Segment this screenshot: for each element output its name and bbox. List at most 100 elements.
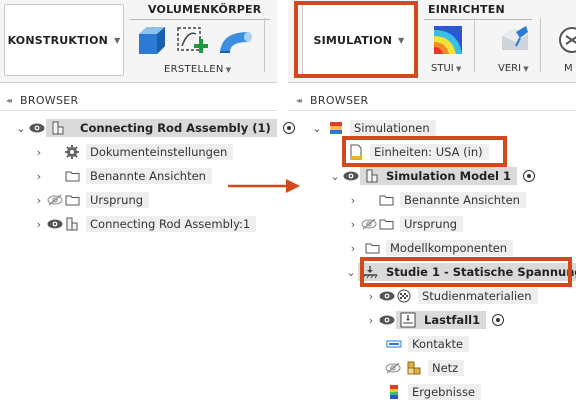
study-heatmap-icon[interactable] xyxy=(432,24,464,56)
chevron-right-icon[interactable]: › xyxy=(32,146,46,159)
group-title-volumenkoerper: VOLUMENKÖRPER xyxy=(148,3,262,16)
caret-down-icon: ▼ xyxy=(225,66,232,74)
workspace-switcher-konstruktion[interactable]: KONSTRUKTION ▼ xyxy=(4,4,124,76)
caret-down-icon: ▼ xyxy=(114,35,121,45)
simulations-label: Simulationen xyxy=(350,120,436,136)
collapse-panel-icon[interactable]: ◂◂ xyxy=(296,96,302,105)
tree-root-simulations[interactable]: ⌄ Simulationen xyxy=(310,118,436,138)
contacts-icon xyxy=(386,336,402,352)
simulations-icon xyxy=(328,120,344,136)
tree-item-label: Benannte Ansichten xyxy=(86,168,212,184)
highlight-simulation-workspace xyxy=(294,1,418,78)
refine-tool-icon[interactable] xyxy=(498,22,532,56)
activate-radio-icon[interactable] xyxy=(492,314,505,326)
chevron-down-icon[interactable]: ⌄ xyxy=(14,122,28,135)
chevron-down-icon[interactable]: ⌄ xyxy=(344,266,358,279)
activate-radio-icon[interactable] xyxy=(282,122,295,134)
tree-item-model-components[interactable]: › Modellkomponenten xyxy=(346,238,514,258)
caret-down-icon: ▼ xyxy=(453,65,462,73)
chevron-down-icon[interactable]: ⌄ xyxy=(328,170,342,183)
chevron-right-icon[interactable]: › xyxy=(364,290,378,303)
folder-icon xyxy=(378,192,394,208)
tree-item-study-materials[interactable]: › Studienmaterialien xyxy=(364,286,538,306)
transition-arrow-icon xyxy=(228,179,300,193)
tree-item-document-settings[interactable]: › Dokumenteinstellungen xyxy=(32,142,234,162)
eye-icon[interactable] xyxy=(46,217,64,231)
sweep-tool-icon[interactable] xyxy=(218,26,256,56)
chevron-right-icon[interactable]: › xyxy=(32,194,46,207)
simulation-model-label[interactable]: Simulation Model 1 xyxy=(360,167,517,185)
materials-sphere-icon xyxy=(396,288,412,304)
tree-item-contacts[interactable]: Kontakte xyxy=(386,334,470,354)
eye-icon[interactable] xyxy=(342,169,360,183)
tool-label-m[interactable]: M xyxy=(564,63,573,74)
chevron-right-icon[interactable]: › xyxy=(32,218,46,231)
browser-header-right[interactable]: ◂◂ BROWSER xyxy=(296,92,368,108)
tree-item-results[interactable]: Ergebnisse xyxy=(386,382,482,402)
browser-header-left[interactable]: ◂◂ BROWSER xyxy=(6,92,78,108)
erstellen-label: ERSTELLEN xyxy=(164,64,224,75)
highlight-study xyxy=(360,257,572,287)
tree-item-label: Netz xyxy=(428,360,465,376)
activate-radio-icon[interactable] xyxy=(522,170,535,182)
results-icon xyxy=(386,384,402,400)
tree-item-label: Dokumenteinstellungen xyxy=(86,144,234,160)
mesh-icon xyxy=(406,360,422,376)
load-case-text: Lastfall1 xyxy=(424,313,481,327)
tree-item-label: Ursprung xyxy=(400,216,464,232)
chevron-right-icon[interactable]: › xyxy=(32,170,46,183)
toolbar-separator xyxy=(474,18,475,72)
tree-item-named-views[interactable]: › Benannte Ansichten xyxy=(346,190,526,210)
tree-item-origin[interactable]: › Ursprung xyxy=(346,214,464,234)
folder-icon xyxy=(378,216,394,232)
tree-item-label: Modellkomponenten xyxy=(386,240,514,256)
folder-icon xyxy=(64,192,80,208)
study-tool-label: STUI xyxy=(431,63,454,74)
eye-icon[interactable] xyxy=(378,289,396,303)
chevron-down-icon[interactable]: ⌄ xyxy=(310,122,324,135)
eye-hidden-icon[interactable] xyxy=(360,217,378,231)
folder-icon xyxy=(364,240,380,256)
eye-hidden-icon[interactable] xyxy=(384,361,402,375)
tool-label-study[interactable]: STUI ▼ xyxy=(431,63,461,74)
chevron-right-icon[interactable]: › xyxy=(346,194,360,207)
box-tool-icon[interactable] xyxy=(135,24,169,58)
eye-icon[interactable] xyxy=(28,121,46,135)
eye-hidden-icon[interactable] xyxy=(46,193,64,207)
load-case-label[interactable]: Lastfall1 xyxy=(396,311,487,329)
browser-divider xyxy=(288,110,576,111)
materials-tool-icon[interactable] xyxy=(556,24,576,56)
tree-item-named-views[interactable]: › Benannte Ansichten xyxy=(32,166,212,186)
assembly-root-text: Connecting Rod Assembly (1) xyxy=(80,121,271,135)
tree-item-label: Ursprung xyxy=(86,192,150,208)
tree-item-label: Studienmaterialien xyxy=(418,288,538,304)
chevron-right-icon[interactable]: › xyxy=(346,242,360,255)
tree-item-mesh[interactable]: Netz xyxy=(384,358,465,378)
tool-label-refine[interactable]: VERI ▼ xyxy=(498,63,529,74)
tree-root-assembly[interactable]: ⌄ Connecting Rod Assembly (1) xyxy=(14,118,295,138)
tree-item-load-case[interactable]: › Lastfall1 xyxy=(364,310,505,330)
group-label-erstellen[interactable]: ERSTELLEN ▼ xyxy=(164,64,231,75)
highlight-units xyxy=(342,136,507,167)
caret-down-icon: ▼ xyxy=(521,65,529,73)
tree-item-origin[interactable]: › Ursprung xyxy=(32,190,150,210)
eye-icon[interactable] xyxy=(378,313,396,327)
create-sketch-icon[interactable] xyxy=(174,24,210,60)
load-case-icon xyxy=(400,312,416,328)
browser-title: BROWSER xyxy=(20,93,79,107)
collapse-panel-icon[interactable]: ◂◂ xyxy=(6,96,12,105)
tree-item-label: Connecting Rod Assembly:1 xyxy=(86,216,257,232)
chevron-right-icon[interactable]: › xyxy=(364,314,378,327)
tree-item-label: Ergebnisse xyxy=(408,384,482,400)
gear-icon xyxy=(64,144,80,160)
chevron-right-icon[interactable]: › xyxy=(346,218,360,231)
assembly-root-label[interactable]: Connecting Rod Assembly (1) xyxy=(46,119,277,137)
group-underline xyxy=(424,19,532,20)
refine-tool-label: VERI xyxy=(498,63,522,74)
component-icon xyxy=(50,120,66,136)
tree-item-simulation-model[interactable]: ⌄ Simulation Model 1 xyxy=(328,166,535,186)
browser-divider xyxy=(0,110,277,111)
tree-item-component-instance[interactable]: › Connecting Rod Assembly:1 xyxy=(32,214,257,234)
